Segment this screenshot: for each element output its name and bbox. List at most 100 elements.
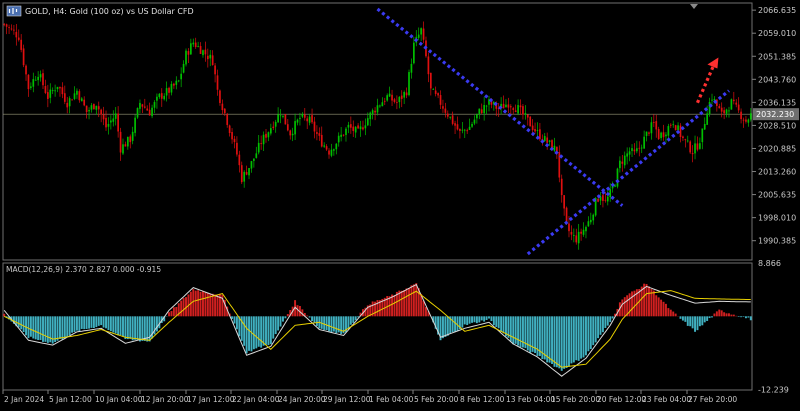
price-tick-label: 2066.635 <box>758 6 796 15</box>
candle-body <box>296 119 299 123</box>
candle-body <box>376 105 379 113</box>
candle-body <box>185 50 187 65</box>
candle-body <box>711 99 713 101</box>
symbol-icon <box>6 5 22 17</box>
candle-body <box>449 116 452 118</box>
candle-body <box>534 128 536 132</box>
candle-body <box>592 214 595 221</box>
macd-indicator-label: MACD(12,26,9) 2.370 2.827 0.000 -0.915 <box>6 265 161 274</box>
time-tick-label: 15 Feb 20:00 <box>551 395 600 404</box>
candle-body <box>609 189 612 198</box>
candle-body <box>735 102 738 105</box>
candle-body <box>548 140 551 142</box>
candle-body <box>686 140 689 142</box>
candle-body <box>177 80 180 82</box>
price-tick-label: 2013.260 <box>758 168 796 177</box>
candle-body <box>291 133 294 136</box>
candle-body <box>112 118 115 122</box>
candle-body <box>156 96 158 101</box>
candle-body <box>366 118 369 126</box>
candle-body <box>405 92 408 96</box>
candle-body <box>347 124 350 128</box>
candle-body <box>427 56 430 75</box>
candle-body <box>665 134 667 137</box>
candle-body <box>543 136 546 142</box>
candle-body <box>575 235 578 243</box>
candle-body <box>221 103 224 111</box>
candle-body <box>231 132 233 140</box>
candle-body <box>284 114 287 125</box>
time-axis: 2 Jan 2024 5 Jan 12:00 10 Jan 04:0012 Jan … <box>2 390 737 404</box>
candle-body <box>650 122 653 134</box>
candle-body <box>318 133 321 136</box>
price-axis: 2066.635 2059.010 2051.385 2043.760 2036.135… <box>690 4 799 246</box>
candle-body <box>696 143 699 150</box>
candle-body <box>117 113 119 132</box>
candle-body <box>645 131 648 136</box>
candle-body <box>163 95 166 100</box>
candle-body <box>97 106 100 110</box>
candle-body <box>54 90 56 92</box>
candle-body <box>136 108 139 118</box>
candle-body <box>706 113 709 125</box>
time-tick-label: 20 Feb 12:00 <box>597 395 646 404</box>
candle-body <box>328 150 330 155</box>
candle-body <box>325 146 328 150</box>
candle-body <box>512 108 515 110</box>
candle-body <box>129 136 132 143</box>
candle-body <box>88 110 90 112</box>
candle-body <box>403 91 406 98</box>
candle-body <box>439 95 442 105</box>
chart-title: GOLD, H4: Gold (100 oz) vs US Dollar CFD <box>25 7 194 16</box>
candle-body <box>214 65 216 75</box>
candle-body <box>451 115 454 124</box>
candle-body <box>585 226 587 232</box>
price-tick-label: 2020.885 <box>758 144 796 153</box>
candle-body <box>742 119 745 121</box>
candle-body <box>720 107 723 112</box>
candle-body <box>141 104 144 107</box>
candle-body <box>301 114 304 117</box>
candle-body <box>420 28 422 35</box>
candle-body <box>110 120 112 123</box>
candle-body <box>723 110 725 114</box>
candle-body <box>192 42 195 45</box>
candle-body <box>374 110 376 113</box>
candle-body <box>165 88 168 96</box>
chart-shift-marker-icon[interactable] <box>690 4 698 9</box>
candle-body <box>514 110 517 113</box>
candle-body <box>143 106 146 108</box>
candle-body <box>563 195 565 209</box>
candle-body <box>626 153 629 157</box>
candle-body <box>260 143 262 145</box>
candle-body <box>15 31 18 38</box>
candle-body <box>299 117 301 119</box>
candle-body <box>122 144 124 154</box>
candle-body <box>572 235 575 236</box>
candle-body <box>694 143 696 154</box>
candle-body <box>699 143 701 149</box>
candle-body <box>10 28 13 30</box>
candle-body <box>616 168 619 187</box>
candle-body <box>255 153 258 158</box>
candle-body <box>49 89 52 98</box>
candle-body <box>379 105 381 107</box>
candle-body <box>148 109 151 116</box>
candle-body <box>119 131 122 153</box>
candle-body <box>126 136 129 147</box>
candle-body <box>703 123 706 130</box>
bullish-arrow-icon <box>707 57 719 69</box>
candle-body <box>708 101 711 115</box>
candle-body <box>718 106 721 109</box>
candle-body <box>13 29 15 31</box>
candle-body <box>568 223 570 232</box>
candle-body <box>737 104 740 111</box>
candle-body <box>51 90 54 92</box>
candle-body <box>682 136 684 139</box>
candle-body <box>25 65 27 75</box>
candle-body <box>204 49 207 55</box>
candle-body <box>628 151 631 155</box>
candle-body <box>582 229 585 235</box>
candle-body <box>303 114 306 118</box>
candle-body <box>655 121 658 130</box>
